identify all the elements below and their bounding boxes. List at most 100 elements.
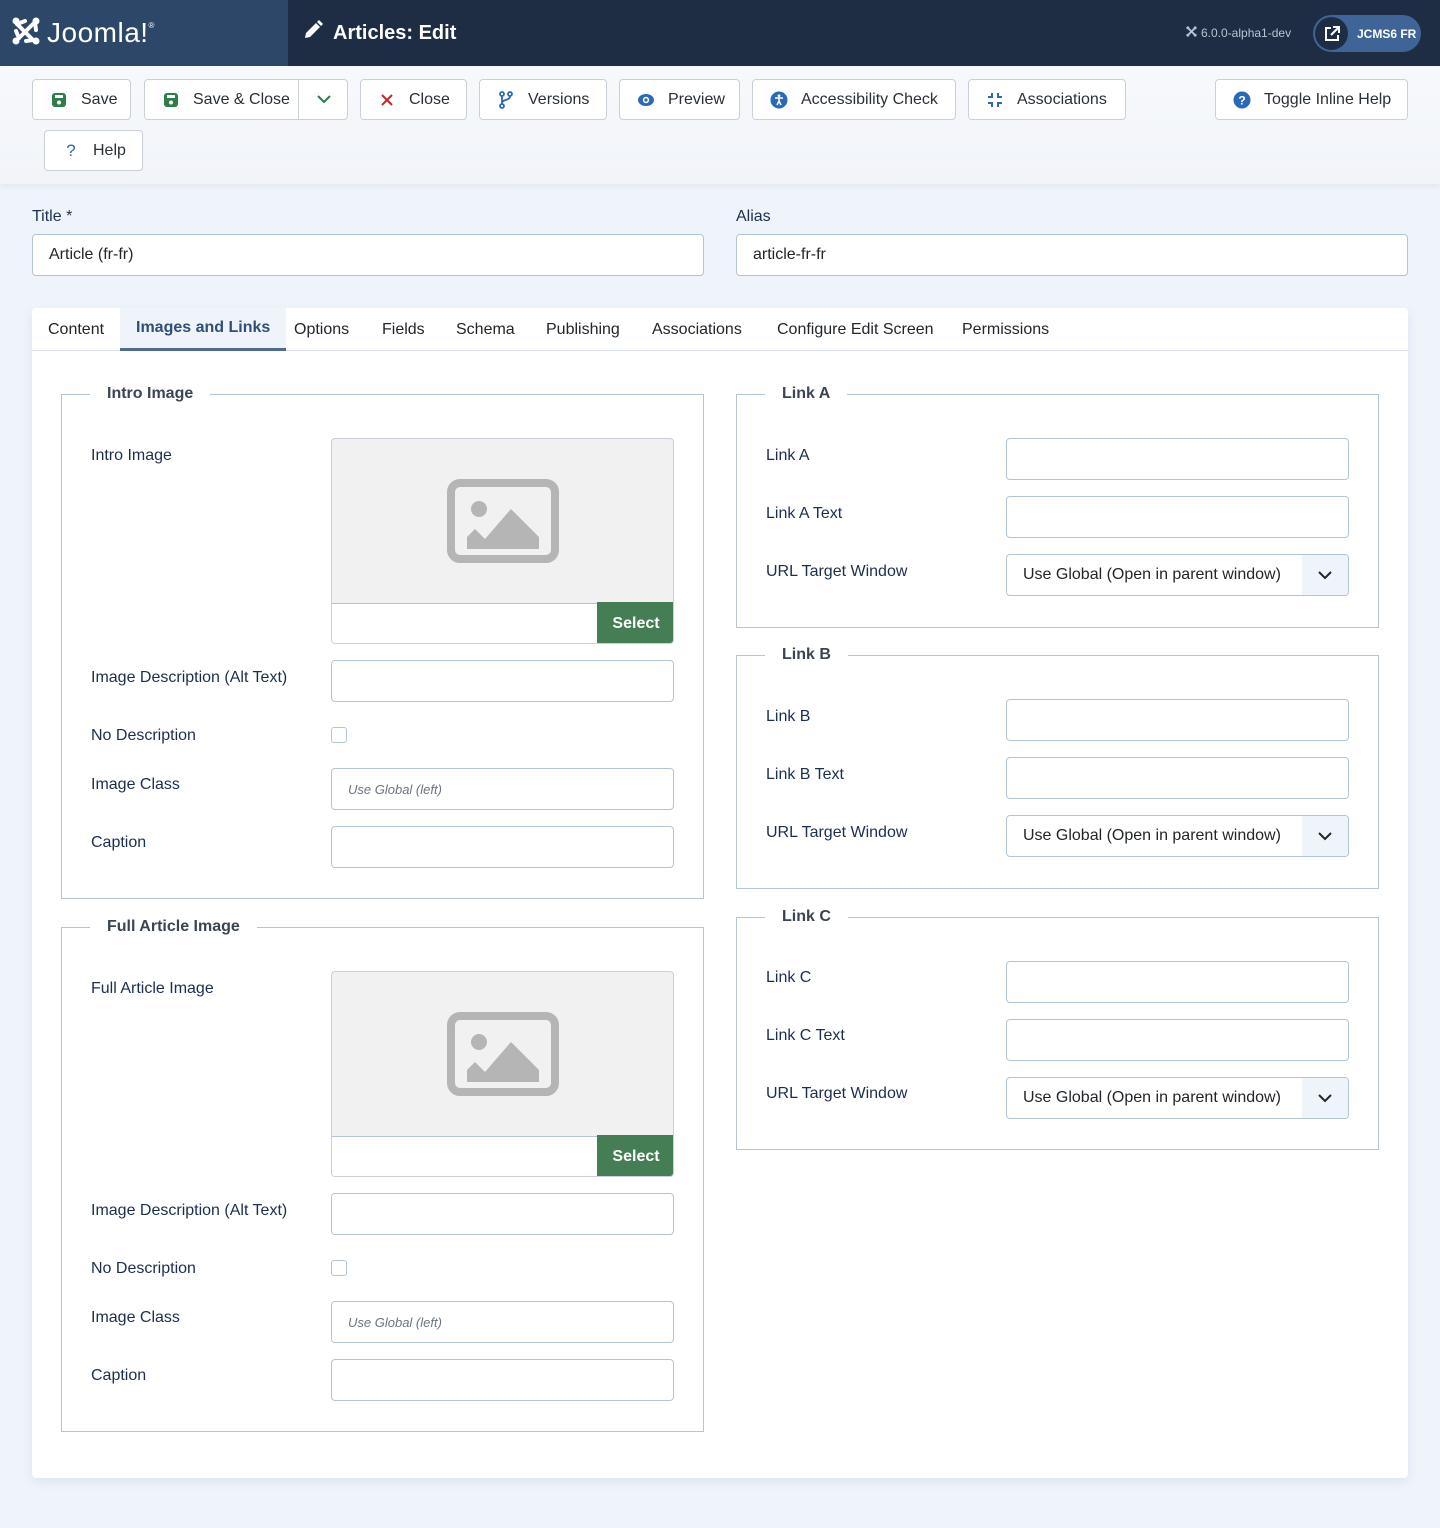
version-info: 6.0.0-alpha1-dev (1186, 0, 1291, 66)
full-alt-label: Image Description (Alt Text) (91, 1202, 288, 1219)
intro-image-legend: Intro Image (90, 385, 211, 403)
link-a-target-select[interactable]: Use Global (Open in parent window) (1006, 554, 1349, 596)
link-c-target-select[interactable]: Use Global (Open in parent window) (1006, 1077, 1349, 1119)
title-input[interactable]: Article (fr-fr) (32, 234, 704, 276)
link-c-fieldset: Link C Link C Link C Text URL Target Win… (736, 908, 1379, 1150)
title-label: Title * (32, 208, 73, 225)
tab-images-and-links[interactable]: Images and Links (120, 308, 287, 351)
intro-alt-input[interactable] (331, 660, 674, 702)
tab-configure-edit-screen[interactable]: Configure Edit Screen (761, 308, 950, 351)
version-text: 6.0.0-alpha1-dev (1201, 26, 1292, 40)
link-b-target-value: Use Global (Open in parent window) (1023, 827, 1281, 844)
full-no-description-label: No Description (91, 1260, 196, 1277)
alias-input[interactable]: article-fr-fr (736, 234, 1408, 276)
chevron-down-icon (1302, 555, 1348, 595)
intro-image-select-button[interactable]: Select (597, 602, 673, 643)
top-header: Joomla!® Articles: Edit 6.0.0-alpha1-dev… (0, 0, 1440, 66)
save-label: Save (81, 90, 118, 108)
tab-content[interactable]: Content (32, 308, 120, 351)
link-a-fieldset: Link A Link A Link A Text URL Target Win… (736, 385, 1379, 628)
save-close-button[interactable]: Save & Close (144, 79, 348, 120)
link-b-text-input[interactable] (1006, 757, 1349, 799)
link-a-text-label: Link A Text (766, 505, 843, 522)
full-no-description-checkbox[interactable] (331, 1260, 347, 1276)
intro-no-description-checkbox[interactable] (331, 727, 347, 743)
intro-image-picker: Select (331, 438, 674, 644)
tab-publishing[interactable]: Publishing (530, 308, 636, 351)
page-title: Articles: Edit (303, 0, 456, 66)
intro-image-label: Intro Image (91, 447, 172, 464)
link-b-label: Link B (766, 708, 811, 725)
chevron-down-icon (1302, 816, 1348, 856)
link-c-label: Link C (766, 969, 812, 986)
link-b-text-label: Link B Text (766, 766, 844, 783)
tab-schema[interactable]: Schema (440, 308, 531, 351)
joomla-logo[interactable]: Joomla!® (0, 0, 288, 66)
tab-associations[interactable]: Associations (636, 308, 758, 351)
full-alt-input[interactable] (331, 1193, 674, 1235)
link-a-target-value: Use Global (Open in parent window) (1023, 566, 1281, 583)
intro-image-class-input[interactable]: Use Global (left) (331, 768, 674, 810)
intro-image-class-label: Image Class (91, 776, 180, 793)
full-class-placeholder: Use Global (left) (348, 1314, 442, 1330)
link-b-legend: Link B (765, 646, 848, 664)
question-circle-icon: ? (1232, 91, 1252, 109)
svg-text:?: ? (1238, 93, 1245, 107)
close-label: Close (409, 90, 450, 108)
save-options-dropdown[interactable] (299, 80, 348, 119)
link-a-input[interactable] (1006, 438, 1349, 480)
full-image-legend: Full Article Image (90, 918, 257, 936)
save-icon (49, 92, 69, 108)
help-button[interactable]: ? Help (44, 130, 143, 171)
chevron-down-icon (1302, 1078, 1348, 1118)
joomla-small-icon (1186, 26, 1197, 40)
link-c-target-label: URL Target Window (766, 1085, 908, 1102)
preview-button[interactable]: Preview (619, 79, 740, 120)
full-caption-label: Caption (91, 1367, 147, 1384)
alias-label: Alias (736, 208, 771, 225)
full-image-class-label: Image Class (91, 1309, 180, 1326)
question-icon: ? (66, 140, 76, 160)
link-c-input[interactable] (1006, 961, 1349, 1003)
compress-icon (985, 92, 1005, 108)
full-image-picker: Select (331, 971, 674, 1177)
tab-permissions[interactable]: Permissions (946, 308, 1065, 351)
joomla-logo-icon (11, 16, 41, 51)
universal-access-icon (769, 91, 789, 109)
accessibility-check-button[interactable]: Accessibility Check (752, 79, 956, 120)
external-link-icon (1315, 17, 1348, 50)
link-b-target-select[interactable]: Use Global (Open in parent window) (1006, 815, 1349, 857)
accessibility-label: Accessibility Check (801, 90, 938, 108)
close-button[interactable]: Close (360, 79, 467, 120)
alias-value: article-fr-fr (753, 246, 826, 263)
page-title-text: Articles: Edit (333, 21, 457, 44)
link-a-text-input[interactable] (1006, 496, 1349, 538)
toggle-help-label: Toggle Inline Help (1264, 90, 1392, 108)
save-button[interactable]: Save (32, 79, 131, 120)
tab-bar: Content Images and Links Options Fields … (32, 308, 1408, 351)
eye-icon (636, 93, 656, 107)
full-caption-input[interactable] (331, 1359, 674, 1401)
full-image-class-input[interactable]: Use Global (left) (331, 1301, 674, 1343)
link-b-target-label: URL Target Window (766, 824, 908, 841)
full-image-fieldset: Full Article Image Full Article Image Se… (61, 918, 704, 1432)
link-a-label: Link A (766, 447, 810, 464)
link-b-input[interactable] (1006, 699, 1349, 741)
full-image-path-input[interactable] (332, 1136, 597, 1176)
intro-no-description-label: No Description (91, 727, 196, 744)
image-placeholder[interactable] (332, 439, 673, 603)
intro-caption-input[interactable] (331, 826, 674, 868)
intro-image-path-input[interactable] (332, 603, 597, 643)
tab-fields[interactable]: Fields (366, 308, 441, 351)
tab-options[interactable]: Options (278, 308, 365, 351)
close-icon (377, 93, 397, 106)
toggle-inline-help-button[interactable]: ? Toggle Inline Help (1215, 79, 1408, 120)
image-placeholder[interactable] (332, 972, 673, 1136)
link-b-fieldset: Link B Link B Link B Text URL Target Win… (736, 646, 1379, 889)
view-site-button[interactable]: JCMS6 FR (1313, 15, 1421, 52)
versions-button[interactable]: Versions (479, 79, 607, 120)
link-c-text-input[interactable] (1006, 1019, 1349, 1061)
link-a-target-label: URL Target Window (766, 563, 908, 580)
associations-button[interactable]: Associations (968, 79, 1126, 120)
full-image-select-button[interactable]: Select (597, 1135, 673, 1176)
